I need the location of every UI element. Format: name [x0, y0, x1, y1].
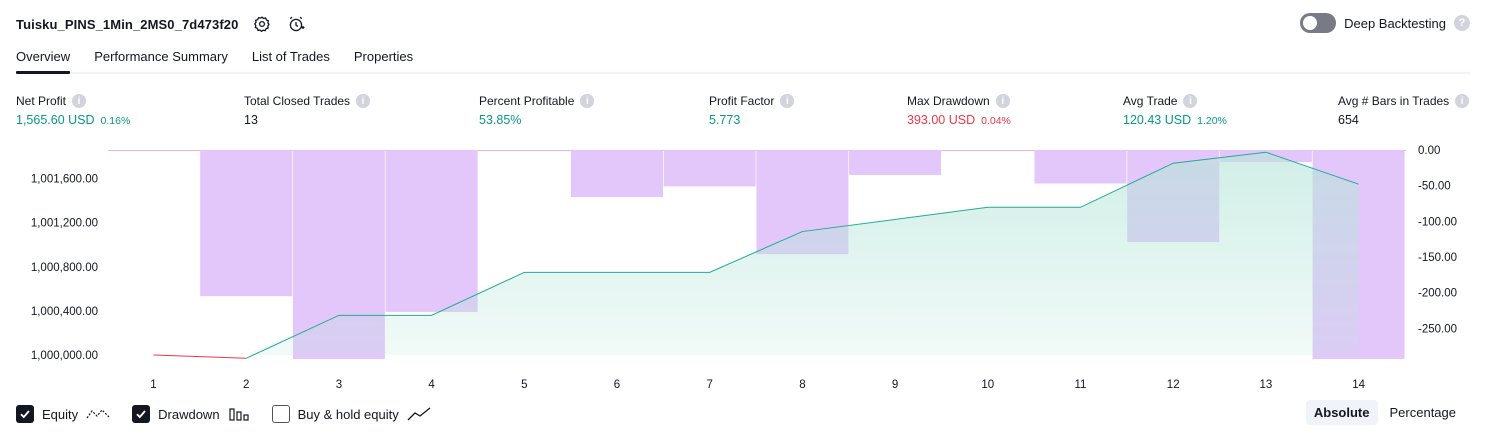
report-tabs: Overview Performance Summary List of Tra…: [16, 44, 1470, 74]
x-axis-tick-label: 8: [799, 379, 805, 391]
tab-overview[interactable]: Overview: [16, 44, 71, 74]
info-icon[interactable]: i: [1183, 94, 1198, 108]
metric-label: Net Profit: [16, 94, 67, 108]
absolute-mode-button[interactable]: Absolute: [1305, 400, 1378, 425]
metric-avg-bars: Avg # Bars in Trades i 654: [1338, 92, 1470, 127]
left-axis-tick-label: 1,001,200.00: [31, 218, 98, 230]
x-axis-tick-label: 1: [150, 379, 156, 391]
info-icon[interactable]: i: [780, 94, 795, 108]
chart-svg: 1,001,600.00 1,001,200.00 1,000,800.00 1,00…: [31, 145, 1457, 391]
legend-buy-hold[interactable]: Buy & hold equity: [271, 405, 431, 423]
strategy-name: Tuisku_PINS_1Min_2MS0_7d473f20: [16, 16, 239, 32]
deep-backtesting-control: Deep Backtesting ?: [1300, 13, 1470, 33]
right-axis-tick-label: -250.00: [1418, 323, 1457, 335]
metric-value: 5.773: [709, 113, 741, 127]
info-icon[interactable]: i: [356, 94, 371, 108]
metric-sub-value: 0.04%: [981, 115, 1011, 127]
right-axis-tick-label: 0.00: [1418, 145, 1440, 157]
tab-list-of-trades[interactable]: List of Trades: [252, 44, 330, 72]
chart-mode-switch: Absolute Percentage: [1305, 400, 1465, 425]
metric-label: Percent Profitable: [479, 94, 575, 108]
drawdown-bar: [663, 150, 756, 187]
legend-equity[interactable]: Equity: [16, 405, 110, 423]
equity-drawdown-chart[interactable]: 1,001,600.00 1,001,200.00 1,000,800.00 1,00…: [0, 140, 1486, 400]
metric-percent-profitable: Percent Profitable i 53.85%: [479, 92, 595, 127]
x-axis-tick-label: 13: [1260, 379, 1273, 391]
equity-checkbox[interactable]: [16, 405, 34, 423]
equity-line-icon: [86, 409, 110, 419]
metric-value: 13: [244, 113, 258, 127]
metric-avg-trade: Avg Trade i 120.43 USD 1.20%: [1123, 92, 1227, 127]
legend-drawdown[interactable]: Drawdown: [132, 405, 249, 423]
info-icon[interactable]: i: [995, 94, 1010, 108]
metric-value: 53.85%: [479, 113, 522, 127]
metric-label: Max Drawdown: [907, 94, 990, 108]
info-icon[interactable]: i: [580, 94, 595, 108]
buy-hold-line-icon: [407, 407, 431, 421]
drawdown-bar: [571, 150, 663, 198]
metric-label: Total Closed Trades: [244, 94, 351, 108]
metric-value: 120.43 USD: [1123, 113, 1192, 127]
buy-hold-checkbox[interactable]: [271, 405, 290, 423]
left-axis-tick-label: 1,000,000.00: [31, 350, 98, 362]
x-axis-tick-label: 6: [614, 379, 620, 391]
metric-max-drawdown: Max Drawdown i 393.00 USD 0.04%: [907, 92, 1011, 127]
metrics-row: Net Profit i 1,565.60 USD 0.16% Total Clos…: [0, 92, 1486, 132]
x-axis-tick-label: 3: [336, 379, 342, 391]
metric-value: 393.00 USD: [907, 113, 976, 127]
metric-total-closed-trades: Total Closed Trades i 13: [244, 92, 371, 127]
info-icon[interactable]: i: [72, 94, 87, 108]
legend-drawdown-label: Drawdown: [158, 406, 220, 422]
chart-legend: Equity Drawdown Buy & hold equity: [16, 402, 431, 426]
metric-net-profit: Net Profit i 1,565.60 USD 0.16%: [16, 92, 130, 127]
deep-backtesting-label: Deep Backtesting: [1344, 15, 1446, 31]
drawdown-bar: [200, 150, 293, 297]
legend-equity-label: Equity: [42, 406, 79, 422]
x-axis-tick-label: 2: [243, 379, 249, 391]
x-axis-tick-label: 7: [706, 379, 712, 391]
toggle-knob: [1303, 16, 1318, 30]
metric-value: 654: [1338, 113, 1359, 127]
help-question-icon[interactable]: ?: [1454, 15, 1470, 31]
drawdown-bar: [385, 150, 478, 312]
equity-line-loss: [153, 354, 247, 359]
left-axis-tick-label: 1,000,400.00: [31, 306, 98, 318]
percentage-mode-button[interactable]: Percentage: [1382, 400, 1465, 425]
metric-label: Profit Factor: [709, 94, 775, 108]
left-axis-tick-label: 1,001,600.00: [31, 174, 98, 186]
x-axis-tick-label: 12: [1167, 379, 1180, 391]
left-axis-tick-label: 1,000,800.00: [31, 262, 98, 274]
right-axis-tick-label: -100.00: [1418, 216, 1457, 228]
drawdown-bar: [1034, 150, 1127, 184]
x-axis-tick-label: 14: [1352, 379, 1365, 391]
tab-performance-summary[interactable]: Performance Summary: [94, 44, 228, 72]
right-axis-tick-label: -150.00: [1418, 252, 1457, 264]
right-axis-tick-label: -50.00: [1418, 181, 1451, 193]
metric-value: 1,565.60 USD: [16, 113, 95, 127]
drawdown-checkbox[interactable]: [132, 405, 151, 423]
legend-buy-hold-label: Buy & hold equity: [297, 406, 399, 422]
metric-sub-value: 0.16%: [100, 115, 131, 127]
drawdown-bars-icon: [228, 408, 249, 421]
metric-sub-value: 1.20%: [1197, 115, 1227, 127]
tab-properties[interactable]: Properties: [354, 44, 413, 72]
x-axis-tick-label: 11: [1075, 379, 1087, 391]
deep-backtesting-toggle[interactable]: [1300, 13, 1337, 33]
metric-label: Avg Trade: [1123, 94, 1178, 108]
x-axis-tick-label: 4: [428, 379, 435, 391]
right-axis-tick-label: -200.00: [1418, 288, 1457, 300]
settings-gear-icon[interactable]: [252, 14, 272, 34]
x-axis-tick-label: 10: [981, 379, 994, 391]
x-axis-tick-label: 9: [892, 379, 898, 391]
metric-label: Avg # Bars in Trades: [1338, 94, 1450, 108]
add-alert-clock-icon[interactable]: [286, 14, 306, 34]
header-bar: Tuisku_PINS_1Min_2MS0_7d473f20: [16, 12, 306, 36]
drawdown-bar: [849, 150, 942, 175]
metric-profit-factor: Profit Factor i 5.773: [709, 92, 795, 127]
info-icon[interactable]: i: [1455, 94, 1470, 108]
x-axis-tick-label: 5: [521, 379, 527, 391]
